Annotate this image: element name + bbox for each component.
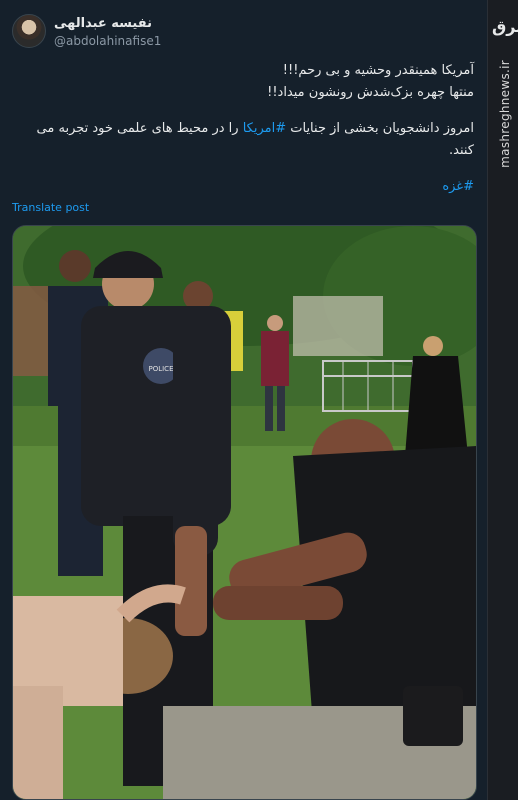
watermark-strip: مشرق mashreghnews.ir <box>487 0 518 800</box>
post-line-1: آمریکا همینقدر وحشیه و بی رحم!!! <box>282 63 474 78</box>
photo-scene: POLICE <box>13 226 476 799</box>
author-handle[interactable]: @abdolahinafise1 <box>54 34 161 48</box>
post-header: نفیسه عبدالهی @abdolahinafise1 <box>12 12 472 56</box>
post-photo[interactable]: POLICE <box>12 225 477 800</box>
post-line-3: امروز دانشجویان بخشی از جنایات #امریکا ر… <box>36 121 474 158</box>
translate-post-link[interactable]: Translate post <box>12 201 89 214</box>
author-display-name[interactable]: نفیسه عبدالهی <box>54 16 152 31</box>
post-line-2: منتها چهره بزک‌شدش رونشون میداد!! <box>267 85 474 100</box>
post-text: آمریکا همینقدر وحشیه و بی رحم!!! منتها چ… <box>12 60 474 198</box>
watermark-site: mashreghnews.ir <box>498 60 512 168</box>
post-card: نفیسه عبدالهی @abdolahinafise1 آمریکا هم… <box>0 0 488 800</box>
hashtag-gaza[interactable]: #غزه <box>442 179 474 194</box>
police-badge-text: POLICE <box>148 365 173 373</box>
watermark-logo: مشرق <box>492 17 518 36</box>
avatar[interactable] <box>12 14 46 48</box>
hashtag-america[interactable]: #امریکا <box>243 121 286 136</box>
